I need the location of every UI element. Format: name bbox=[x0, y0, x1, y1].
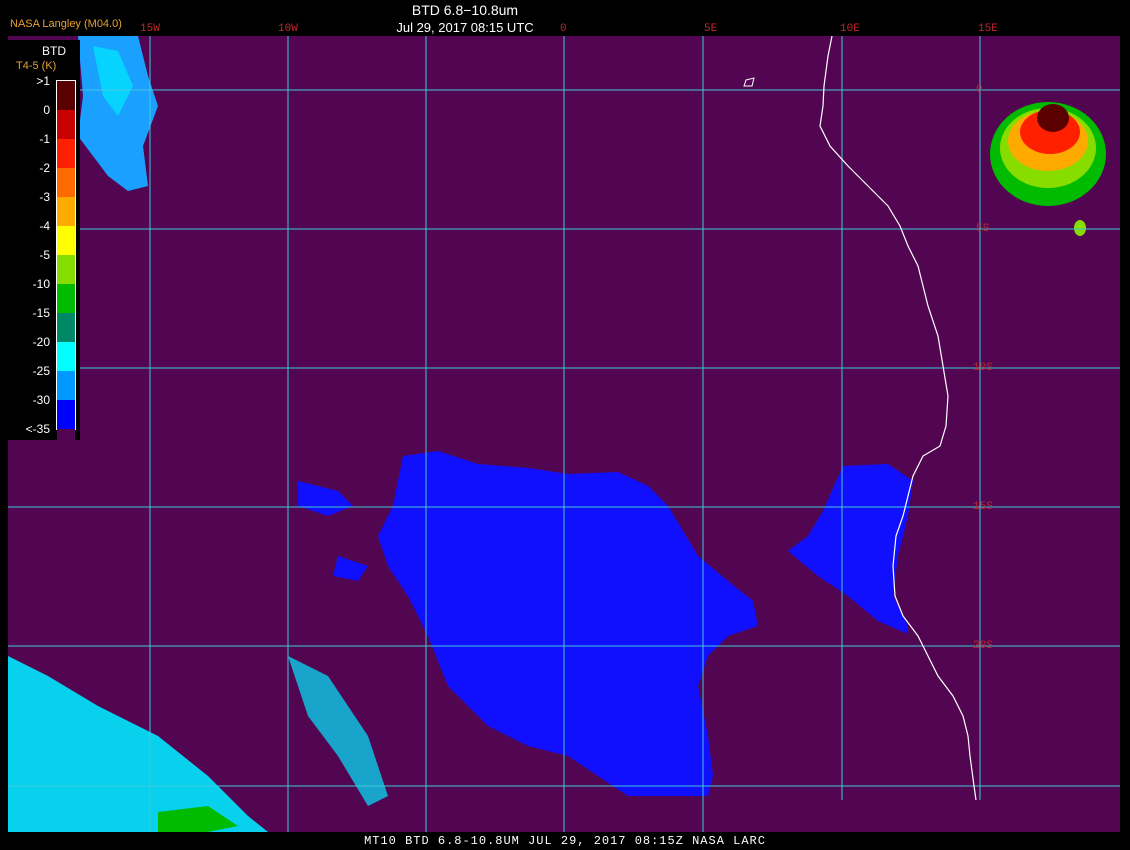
legend-tick-label: -2 bbox=[39, 161, 50, 175]
cloud-patch-west-bits bbox=[298, 481, 368, 581]
lon-label: 0 bbox=[560, 23, 567, 35]
map-canvas bbox=[8, 36, 1120, 832]
lon-label: 5E bbox=[704, 23, 718, 35]
legend-swatch bbox=[57, 429, 75, 458]
legend-swatch bbox=[57, 226, 75, 255]
legend-title: BTD bbox=[42, 44, 66, 58]
legend-unit: T4-5 (K) bbox=[16, 60, 57, 72]
lat-label: 0 bbox=[976, 84, 983, 96]
lon-label: 15W bbox=[140, 23, 160, 35]
legend-tick-label: >1 bbox=[36, 74, 50, 88]
legend-tick-label: -20 bbox=[32, 335, 50, 349]
graticule bbox=[8, 36, 1120, 832]
legend-tick-label: -1 bbox=[39, 132, 50, 146]
footer-caption: MT10 BTD 6.8-10.8UM JUL 29, 2017 08:15Z … bbox=[364, 834, 766, 848]
cloud-regions bbox=[8, 36, 913, 832]
coastline bbox=[819, 36, 977, 801]
lat-label: 20S bbox=[973, 640, 993, 652]
legend-tick-label: <-35 bbox=[25, 422, 50, 436]
lat-label: 10S bbox=[973, 362, 993, 374]
legend-swatch bbox=[57, 400, 75, 429]
legend-tick-label: -15 bbox=[32, 306, 50, 320]
cloud-patch-central bbox=[378, 451, 758, 796]
legend-tick-label: -4 bbox=[39, 219, 50, 233]
legend-swatch bbox=[57, 110, 75, 139]
convective-cell bbox=[990, 102, 1106, 236]
lon-label: 10E bbox=[840, 23, 860, 35]
satellite-map[interactable] bbox=[8, 36, 1120, 832]
legend-swatch bbox=[57, 313, 75, 342]
legend-swatch bbox=[57, 168, 75, 197]
legend-colorbar bbox=[56, 80, 76, 458]
legend-swatch bbox=[57, 284, 75, 313]
island-outline bbox=[743, 77, 755, 87]
legend-swatch bbox=[57, 197, 75, 226]
lon-label: 15E bbox=[978, 23, 998, 35]
legend-tick-label: -25 bbox=[32, 364, 50, 378]
cloud-patch-south-streak bbox=[288, 656, 388, 806]
legend-tick-label: -10 bbox=[32, 277, 50, 291]
lat-label: 5S bbox=[976, 223, 990, 235]
legend-swatch bbox=[57, 81, 75, 110]
color-legend: BTD T4-5 (K) >1 0 -1 -2 -3 -4 -5 -10 -15 -20 -25 -3… bbox=[8, 40, 80, 458]
map-title: BTD 6.8−10.8um bbox=[411, 2, 519, 18]
legend-tick-label: 0 bbox=[43, 103, 50, 117]
lat-label: 15S bbox=[973, 501, 993, 513]
legend-swatch bbox=[57, 342, 75, 371]
legend-swatch bbox=[57, 371, 75, 400]
legend-tick-label: -3 bbox=[39, 190, 50, 204]
credit-label: NASA Langley (M04.0) bbox=[10, 18, 122, 30]
legend-tick-label: -5 bbox=[39, 248, 50, 262]
legend-tick-label: -30 bbox=[32, 393, 50, 407]
legend-swatch bbox=[57, 139, 75, 168]
lon-label: 10W bbox=[278, 23, 298, 35]
cloud-patch-southwest bbox=[8, 656, 268, 832]
legend-swatch bbox=[57, 255, 75, 284]
